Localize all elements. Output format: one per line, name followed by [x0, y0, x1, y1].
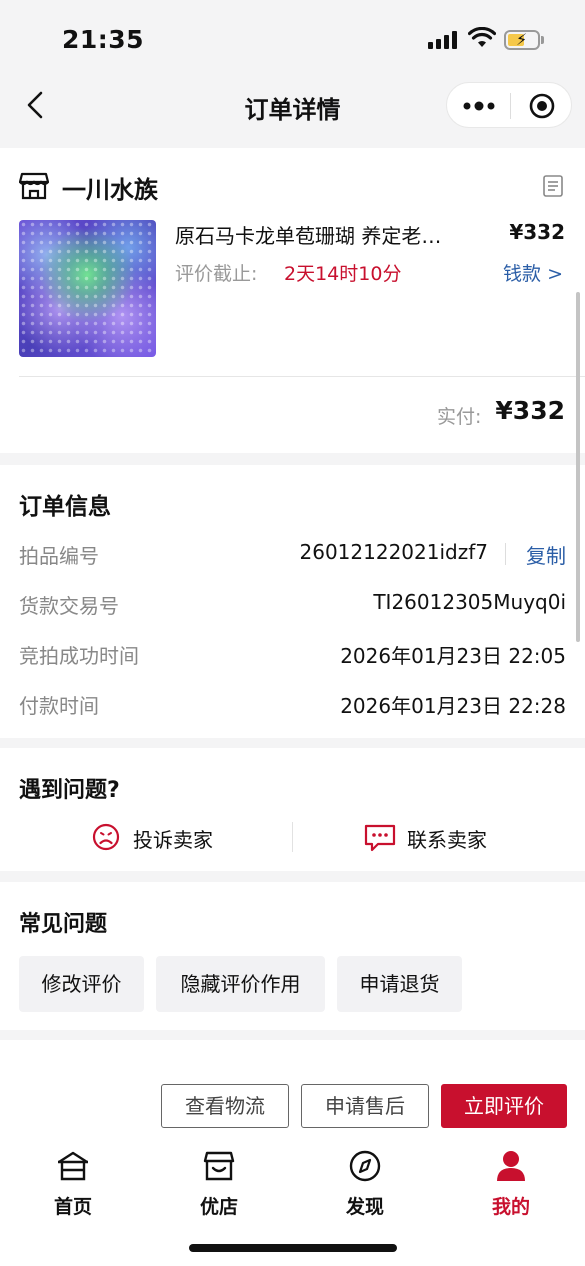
contact-seller-button[interactable]: 联系卖家 — [364, 818, 514, 858]
transaction-number-value: TI26012305Muyq0i — [373, 590, 566, 614]
faq-chip-edit-review[interactable]: 修改评价 — [19, 956, 144, 1012]
problem-card: 遇到问题? 投诉卖家 联系卖家 — [0, 748, 585, 871]
tab-label: 优店 — [199, 1196, 238, 1218]
problem-title: 遇到问题? — [19, 778, 120, 803]
scrollbar[interactable] — [576, 292, 580, 642]
status-bar: 21:35 ⚡ — [0, 0, 585, 70]
tab-discover[interactable]: 发现 — [325, 1150, 405, 1222]
status-time: 21:35 — [62, 25, 145, 54]
after-sale-button[interactable]: 申请售后 — [301, 1084, 429, 1128]
store-icon — [203, 1151, 235, 1181]
order-action-bar: 查看物流 申请售后 立即评价 — [0, 1070, 585, 1142]
payment-time-value: 2026年01月23日 22:28 — [340, 694, 566, 718]
info-row: 竞拍成功时间 2026年01月23日 22:05 — [19, 640, 566, 670]
compass-icon — [349, 1150, 381, 1182]
shop-name[interactable]: 一川水族 — [62, 170, 158, 205]
order-info-card: 订单信息 拍品编号 26012122021idzf7 复制 货款交易号 TI26… — [0, 465, 585, 738]
auction-success-time-value: 2026年01月23日 22:05 — [340, 644, 566, 668]
info-row: 货款交易号 TI26012305Muyq0i — [19, 590, 566, 620]
more-icon[interactable] — [461, 95, 497, 117]
note-icon[interactable] — [543, 175, 563, 197]
user-icon — [497, 1151, 525, 1181]
payment-time-label: 付款时间 — [19, 694, 99, 718]
tab-label: 发现 — [345, 1196, 384, 1218]
contact-seller-label: 联系卖家 — [407, 828, 487, 852]
review-deadline-value: 2天14时10分 — [284, 263, 402, 285]
tab-label: 首页 — [53, 1196, 92, 1218]
close-target-icon[interactable] — [529, 93, 555, 119]
wifi-icon — [468, 27, 496, 47]
product-price: ¥332 — [509, 220, 565, 244]
view-logistics-button[interactable]: 查看物流 — [161, 1084, 289, 1128]
battery-icon: ⚡ — [504, 30, 540, 50]
faq-chip-hide-review[interactable]: 隐藏评价作用 — [156, 956, 325, 1012]
info-row: 付款时间 2026年01月23日 22:28 — [19, 690, 566, 720]
spacer-card — [0, 1040, 585, 1070]
order-info-title: 订单信息 — [19, 494, 111, 520]
info-row: 拍品编号 26012122021idzf7 复制 — [19, 540, 566, 570]
mini-program-capsule — [446, 82, 572, 128]
paid-label: 实付: — [437, 406, 482, 428]
lot-number-label: 拍品编号 — [19, 544, 99, 568]
tab-store[interactable]: 优店 — [179, 1150, 259, 1222]
home-indicator — [189, 1244, 397, 1252]
review-deadline-label: 评价截止: — [175, 263, 258, 285]
product-image[interactable] — [19, 220, 156, 357]
tab-home[interactable]: 首页 — [33, 1150, 113, 1222]
shop-icon — [19, 172, 49, 200]
copy-button[interactable]: 复制 — [526, 540, 566, 569]
divider — [19, 376, 585, 377]
home-icon — [58, 1151, 88, 1181]
signal-icon — [428, 31, 458, 49]
auction-success-time-label: 竞拍成功时间 — [19, 644, 139, 668]
lot-number-value: 26012122021idzf7 — [299, 540, 489, 564]
tab-label: 我的 — [491, 1196, 530, 1218]
sad-face-icon — [92, 823, 120, 851]
review-now-button[interactable]: 立即评价 — [441, 1084, 567, 1128]
faq-chip-request-return[interactable]: 申请退货 — [337, 956, 462, 1012]
product-title[interactable]: 原石马卡龙单苞珊瑚 养定老… — [175, 220, 475, 249]
paid-amount: ¥332 — [495, 396, 565, 425]
chat-icon — [364, 824, 396, 852]
transaction-number-label: 货款交易号 — [19, 594, 119, 618]
complain-seller-label: 投诉卖家 — [133, 828, 213, 852]
shop-card: 一川水族 原石马卡龙单苞珊瑚 养定老… ¥332 评价截止: 2天14时10分 … — [0, 148, 585, 453]
copy-divider — [505, 543, 506, 565]
faq-title: 常见问题 — [19, 912, 108, 937]
battery-tip — [541, 36, 544, 44]
nav-bar: 订单详情 — [0, 70, 585, 140]
faq-card: 常见问题 修改评价 隐藏评价作用 申请退货 — [0, 882, 585, 1030]
divider — [292, 822, 293, 852]
tab-mine[interactable]: 我的 — [471, 1150, 551, 1222]
complain-seller-button[interactable]: 投诉卖家 — [92, 818, 242, 858]
refund-link[interactable]: 钱款 > — [503, 259, 563, 286]
